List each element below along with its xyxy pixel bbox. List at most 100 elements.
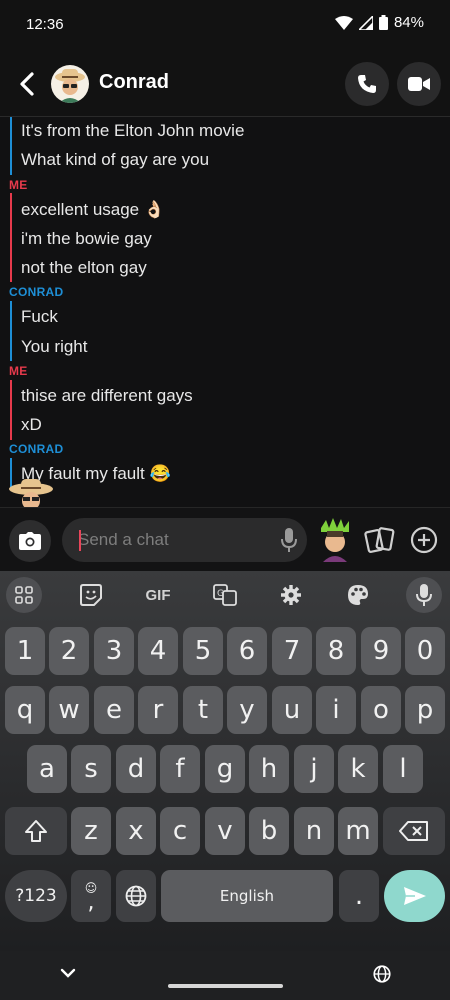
plus-icon[interactable] (410, 526, 438, 554)
key-h[interactable]: h (249, 745, 289, 793)
language-key[interactable] (116, 870, 156, 922)
voice-typing-button[interactable] (406, 577, 442, 613)
key-4[interactable]: 4 (138, 627, 178, 675)
key-r[interactable]: r (138, 686, 178, 734)
camera-button[interactable] (9, 520, 51, 562)
palette-icon (348, 585, 368, 605)
theme-button[interactable] (343, 577, 373, 613)
message-text[interactable]: thise are different gays (21, 386, 193, 406)
navigation-bar (0, 951, 450, 1000)
key-b[interactable]: b (249, 807, 289, 855)
period-key[interactable]: . (339, 870, 379, 922)
shift-key[interactable] (5, 807, 67, 855)
key-f[interactable]: f (160, 745, 200, 793)
video-call-button[interactable] (397, 62, 441, 106)
key-0[interactable]: 0 (405, 627, 445, 675)
key-1[interactable]: 1 (5, 627, 45, 675)
status-time: 12:36 (26, 16, 64, 33)
sticker-icon (80, 584, 102, 606)
key-u[interactable]: u (272, 686, 312, 734)
sender-bar-conrad (10, 301, 12, 361)
key-p[interactable]: p (405, 686, 445, 734)
key-2[interactable]: 2 (49, 627, 89, 675)
message-text[interactable]: It's from the Elton John movie (21, 121, 244, 141)
key-m[interactable]: m (338, 807, 378, 855)
key-5[interactable]: 5 (183, 627, 223, 675)
sender-bar-me (10, 193, 12, 282)
battery-icon (378, 15, 388, 30)
sender-label-me: ME (9, 364, 28, 378)
key-3[interactable]: 3 (94, 627, 134, 675)
key-e[interactable]: e (94, 686, 134, 734)
key-d[interactable]: d (116, 745, 156, 793)
key-n[interactable]: n (294, 807, 334, 855)
camera-icon (19, 532, 41, 550)
chat-messages: It's from the Elton John movie What kind… (0, 117, 450, 507)
translate-button[interactable]: G (210, 577, 240, 613)
avatar[interactable] (51, 65, 89, 103)
phone-icon (358, 75, 376, 93)
globe-icon (125, 885, 147, 907)
symbols-key[interactable]: ?123 (5, 870, 67, 922)
key-9[interactable]: 9 (361, 627, 401, 675)
comma-label: , (87, 890, 95, 915)
key-x[interactable]: x (116, 807, 156, 855)
message-text[interactable]: i'm the bowie gay (21, 229, 152, 249)
key-t[interactable]: t (183, 686, 223, 734)
key-z[interactable]: z (71, 807, 111, 855)
settings-button[interactable] (276, 577, 306, 613)
sender-bar-conrad (10, 117, 12, 175)
back-arrow-icon[interactable] (14, 70, 40, 98)
sender-label-conrad: CONRAD (9, 442, 64, 456)
key-7[interactable]: 7 (272, 627, 312, 675)
key-6[interactable]: 6 (227, 627, 267, 675)
key-a[interactable]: a (27, 745, 67, 793)
message-text[interactable]: excellent usage 👌🏻 (21, 200, 165, 220)
cards-icon[interactable] (364, 525, 396, 555)
backspace-icon (399, 821, 428, 841)
chat-input[interactable] (62, 518, 307, 562)
space-key[interactable]: English (161, 870, 333, 922)
key-g[interactable]: g (205, 745, 245, 793)
microphone-icon (416, 584, 432, 606)
hide-keyboard-icon[interactable] (60, 967, 76, 979)
key-o[interactable]: o (361, 686, 401, 734)
key-w[interactable]: w (49, 686, 89, 734)
message-text[interactable]: xD (21, 415, 42, 435)
sender-label-conrad: CONRAD (9, 285, 64, 299)
microphone-icon[interactable] (279, 527, 299, 553)
key-i[interactable]: i (316, 686, 356, 734)
key-y[interactable]: y (227, 686, 267, 734)
backspace-key[interactable] (383, 807, 445, 855)
text-cursor (79, 530, 81, 551)
message-text[interactable]: What kind of gay are you (21, 150, 209, 170)
key-s[interactable]: s (71, 745, 111, 793)
translate-icon: G (213, 584, 237, 606)
key-v[interactable]: v (205, 807, 245, 855)
battery-percent: 84% (393, 14, 424, 31)
gif-button[interactable]: GIF (138, 577, 178, 613)
message-text[interactable]: Fuck (21, 307, 58, 327)
home-gesture-bar[interactable] (168, 984, 283, 988)
message-text[interactable]: not the elton gay (21, 258, 147, 278)
globe-icon[interactable] (373, 965, 391, 983)
bitmoji-sticker-icon[interactable] (318, 518, 352, 562)
comma-emoji-key[interactable]: ☺ , (71, 870, 111, 922)
keyboard: GIF G 1 2 3 4 5 6 7 8 9 0 q w e r t y u … (0, 571, 450, 951)
message-text[interactable]: You right (21, 337, 87, 357)
key-k[interactable]: k (338, 745, 378, 793)
key-j[interactable]: j (294, 745, 334, 793)
wifi-icon (334, 15, 353, 30)
voice-call-button[interactable] (345, 62, 389, 106)
key-l[interactable]: l (383, 745, 423, 793)
shift-icon (25, 820, 47, 842)
sender-label-me: ME (9, 178, 28, 192)
key-q[interactable]: q (5, 686, 45, 734)
key-8[interactable]: 8 (316, 627, 356, 675)
typing-bitmoji (6, 477, 56, 507)
key-c[interactable]: c (160, 807, 200, 855)
apps-grid-button[interactable] (6, 577, 42, 613)
send-key[interactable] (384, 870, 445, 922)
contact-name[interactable]: Conrad (99, 71, 169, 94)
sticker-button[interactable] (76, 577, 106, 613)
